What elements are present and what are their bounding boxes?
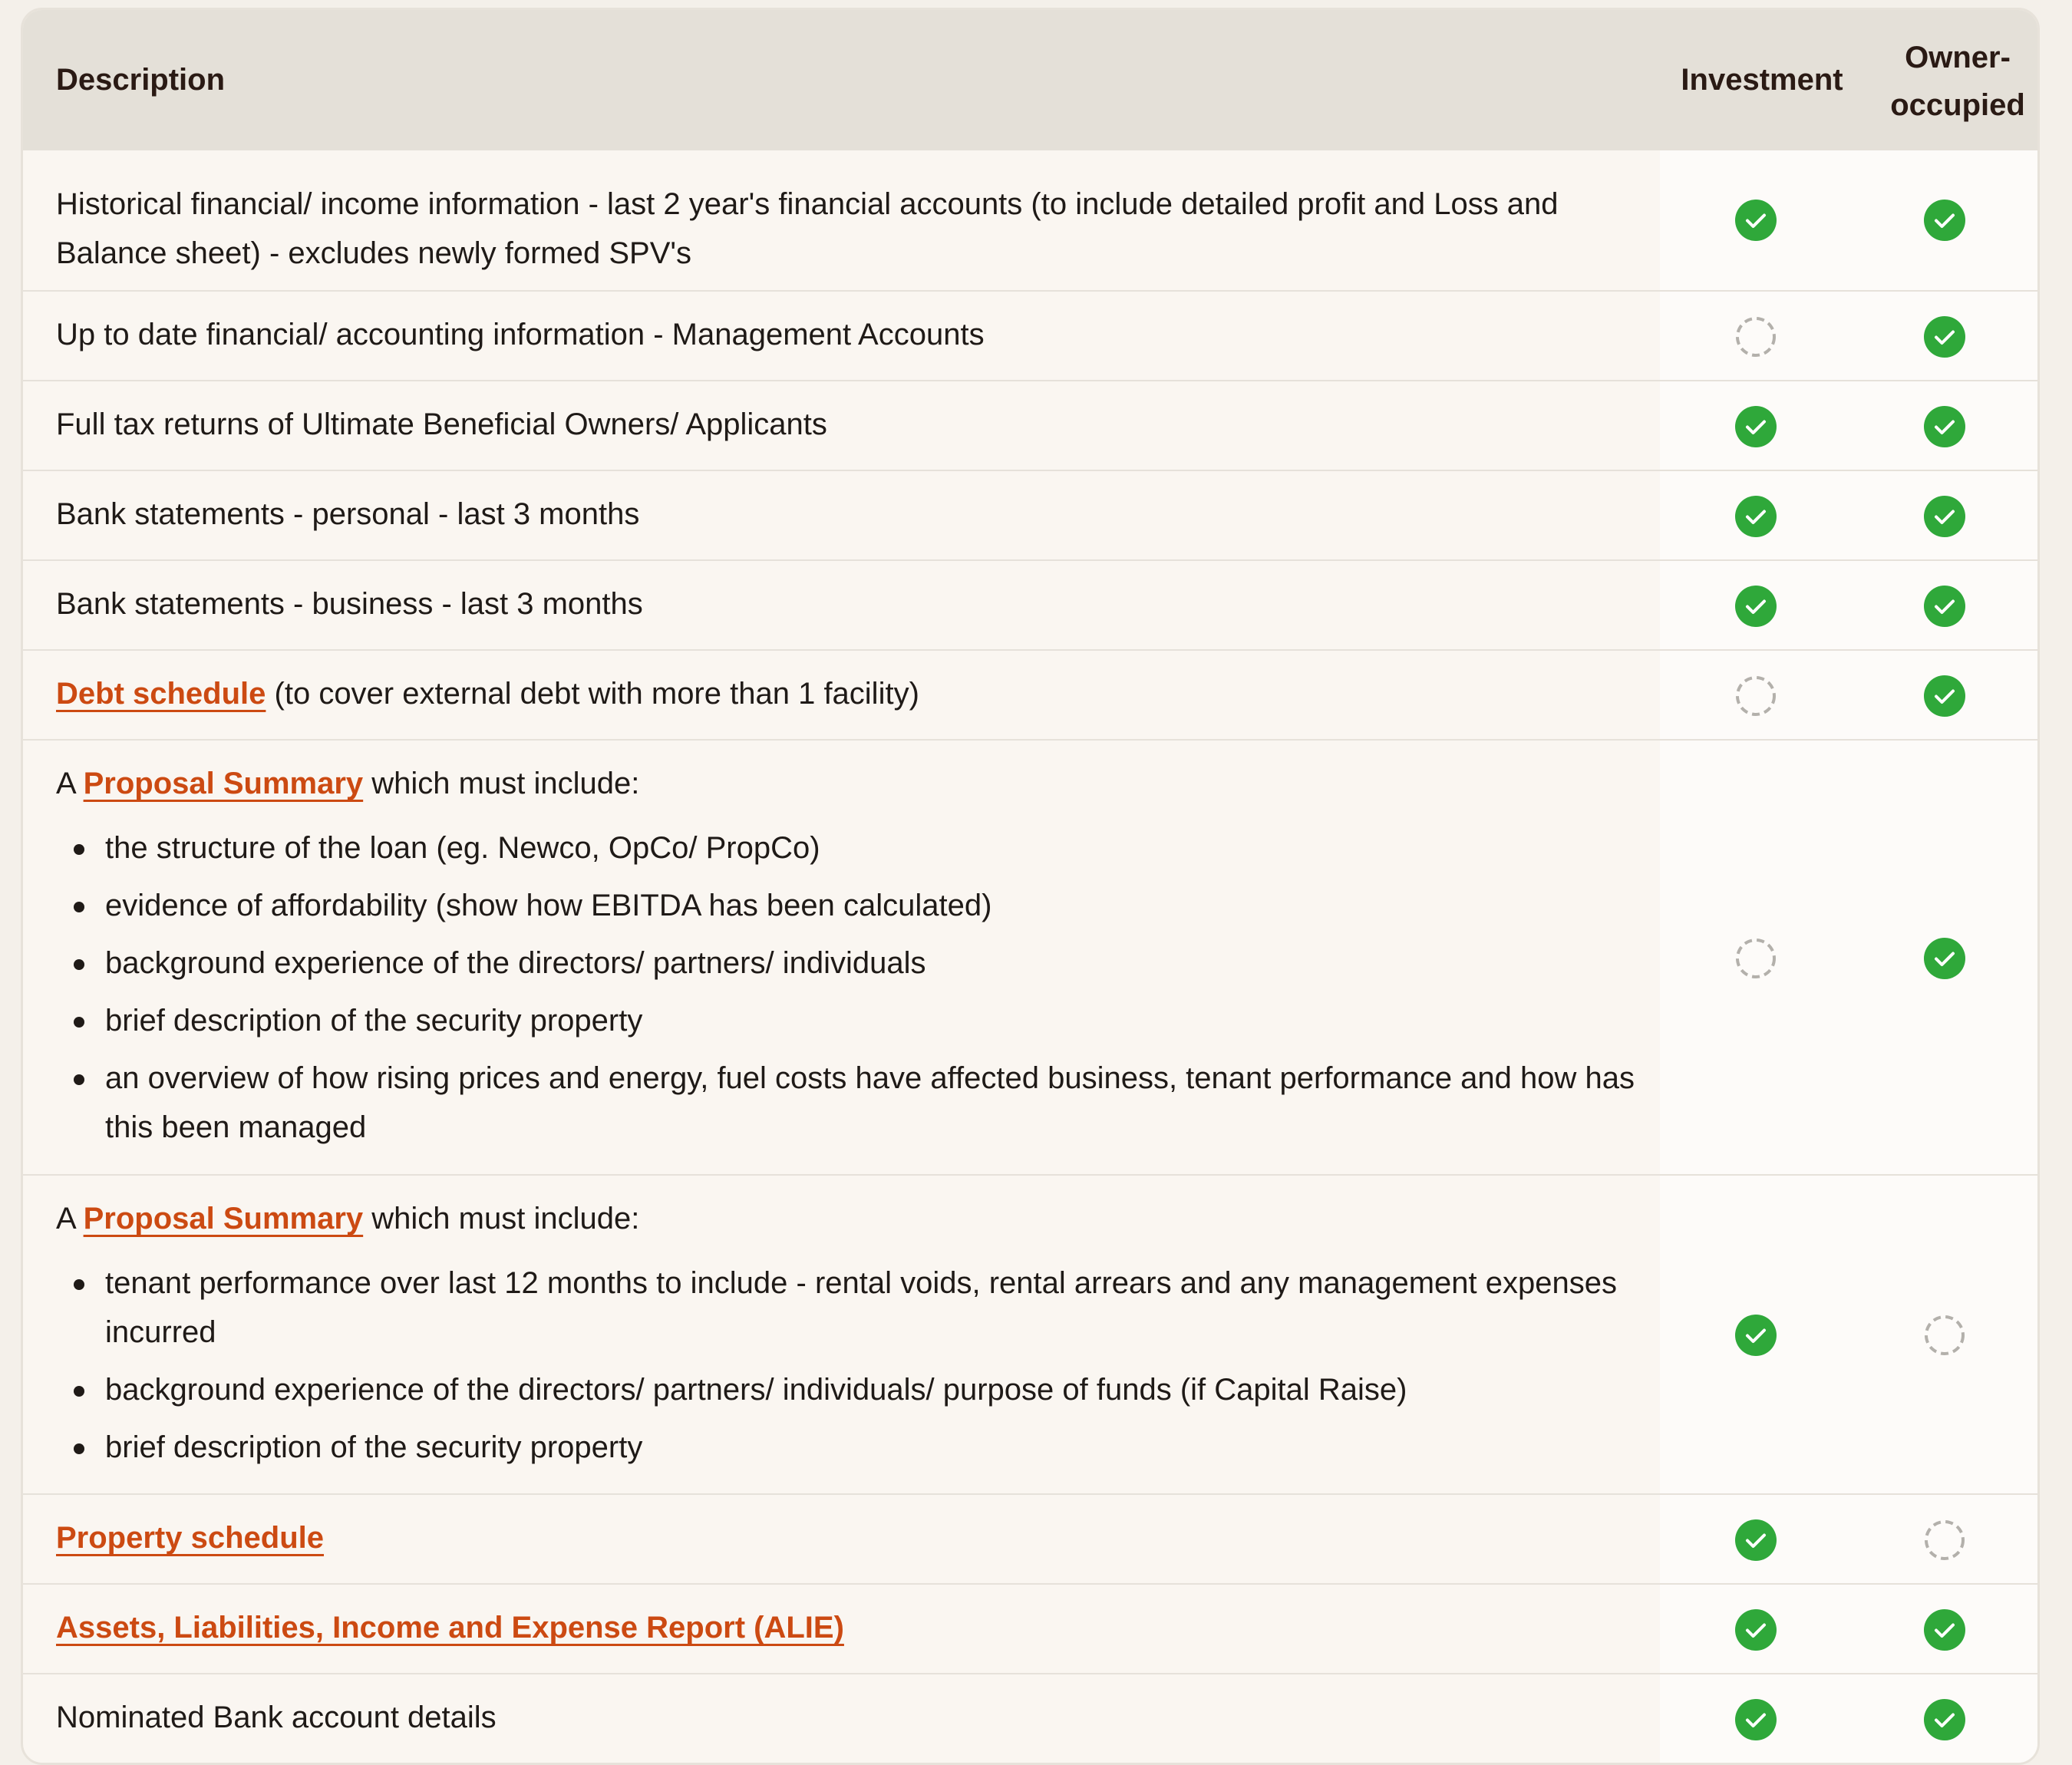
dashed-circle-icon [1735, 938, 1777, 979]
table-row: Property schedule [23, 1493, 2037, 1585]
row-description: Bank statements - personal - last 3 mont… [56, 490, 1637, 539]
table-row: A Proposal Summary which must include: th… [23, 739, 2037, 1176]
header-owner-occupied: Owner-occupied [1873, 10, 2037, 150]
row-description: Up to date financial/ accounting informa… [56, 310, 1637, 359]
bullet-item: tenant performance over last 12 months t… [56, 1259, 1637, 1357]
bullet-item: an overview of how rising prices and ene… [56, 1054, 1637, 1152]
row-description: Nominated Bank account details [56, 1693, 1637, 1742]
row-description-line: Historical financial/ income information… [56, 180, 1637, 278]
row-description-line: Bank statements - personal - last 3 mont… [56, 490, 1637, 539]
document-link[interactable]: Property schedule [56, 1521, 324, 1555]
check-circle-icon [1735, 585, 1777, 627]
row-text: (to cover external debt with more than 1… [266, 677, 919, 711]
row-description-line: Debt schedule (to cover external debt wi… [56, 669, 1637, 718]
row-description-line: Up to date financial/ accounting informa… [56, 310, 1637, 359]
row-description-line: Assets, Liabilities, Income and Expense … [56, 1603, 1637, 1652]
row-text: Historical financial/ income information… [56, 187, 1559, 270]
bullet-list: tenant performance over last 12 months t… [56, 1259, 1637, 1472]
row-text: Nominated Bank account details [56, 1701, 497, 1734]
row-description: Assets, Liabilities, Income and Expense … [56, 1603, 1637, 1652]
table-row: Up to date financial/ accounting informa… [23, 290, 2037, 381]
dashed-circle-icon [1924, 1315, 1965, 1356]
row-text: which must include: [363, 767, 640, 800]
document-link[interactable]: Proposal Summary [84, 767, 364, 800]
check-circle-icon [1924, 200, 1965, 241]
table-row: Historical financial/ income information… [23, 150, 2037, 290]
check-circle-icon [1924, 585, 1965, 627]
row-description-line: Property schedule [56, 1513, 1637, 1562]
check-circle-icon [1735, 405, 1777, 447]
bullet-list: the structure of the loan (eg. Newco, Op… [56, 823, 1637, 1152]
row-description-line: Full tax returns of Ultimate Beneficial … [56, 400, 1637, 449]
table-row: Debt schedule (to cover external debt wi… [23, 649, 2037, 741]
check-circle-icon [1924, 1698, 1965, 1740]
row-description: A Proposal Summary which must include: th… [56, 759, 1637, 1160]
check-circle-icon [1735, 495, 1777, 537]
table-row: Full tax returns of Ultimate Beneficial … [23, 380, 2037, 471]
bullet-item: brief description of the security proper… [56, 1423, 1637, 1472]
row-text: Bank statements - business - last 3 mont… [56, 587, 643, 621]
bullet-item: the structure of the loan (eg. Newco, Op… [56, 823, 1637, 873]
row-text: which must include: [363, 1202, 640, 1236]
bullet-item: background experience of the directors/ … [56, 939, 1637, 988]
row-description: A Proposal Summary which must include: te… [56, 1194, 1637, 1480]
check-circle-icon [1735, 1519, 1777, 1561]
header-description: Description [56, 63, 226, 97]
header-investment: Investment [1681, 63, 1843, 97]
row-description-line: A Proposal Summary which must include: [56, 1194, 1637, 1243]
table-row: Nominated Bank account details [23, 1673, 2037, 1763]
check-circle-icon [1735, 1315, 1777, 1356]
table-header: Description Investment Owner-occupied [23, 10, 2037, 150]
row-text: Up to date financial/ accounting informa… [56, 318, 985, 351]
document-link[interactable]: Assets, Liabilities, Income and Expense … [56, 1611, 844, 1645]
table-row: Assets, Liabilities, Income and Expense … [23, 1583, 2037, 1674]
row-prefix: A [56, 1202, 84, 1236]
table-row: A Proposal Summary which must include: te… [23, 1174, 2037, 1495]
bullet-item: brief description of the security proper… [56, 996, 1637, 1045]
check-circle-icon [1735, 1698, 1777, 1740]
check-circle-icon [1924, 315, 1965, 358]
document-link[interactable]: Proposal Summary [84, 1202, 364, 1236]
check-circle-icon [1735, 200, 1777, 241]
requirements-table: Description Investment Owner-occupied Hi… [21, 8, 2040, 1765]
row-description-line: A Proposal Summary which must include: [56, 759, 1637, 808]
dashed-circle-icon [1735, 675, 1777, 717]
row-description: Property schedule [56, 1513, 1637, 1562]
row-description-line: Bank statements - business - last 3 mont… [56, 579, 1637, 628]
bullet-item: evidence of affordability (show how EBIT… [56, 881, 1637, 930]
check-circle-icon [1924, 675, 1965, 717]
check-circle-icon [1924, 495, 1965, 537]
document-link[interactable]: Debt schedule [56, 677, 266, 711]
dashed-circle-icon [1924, 1519, 1965, 1561]
check-circle-icon [1924, 405, 1965, 447]
bullet-item: background experience of the directors/ … [56, 1365, 1637, 1414]
row-description: Historical financial/ income information… [56, 180, 1637, 278]
row-description: Debt schedule (to cover external debt wi… [56, 669, 1637, 718]
table-row: Bank statements - personal - last 3 mont… [23, 470, 2037, 561]
header-owner-occupied-label: Owner-occupied [1890, 40, 2025, 122]
row-text: Full tax returns of Ultimate Beneficial … [56, 407, 827, 441]
check-circle-icon [1924, 1608, 1965, 1651]
check-circle-icon [1924, 937, 1965, 979]
row-description-line: Nominated Bank account details [56, 1693, 1637, 1742]
row-description: Full tax returns of Ultimate Beneficial … [56, 400, 1637, 449]
row-text: Bank statements - personal - last 3 mont… [56, 497, 640, 531]
row-description: Bank statements - business - last 3 mont… [56, 579, 1637, 628]
table-row: Bank statements - business - last 3 mont… [23, 559, 2037, 651]
row-prefix: A [56, 767, 84, 800]
check-circle-icon [1735, 1608, 1777, 1651]
dashed-circle-icon [1735, 316, 1777, 358]
